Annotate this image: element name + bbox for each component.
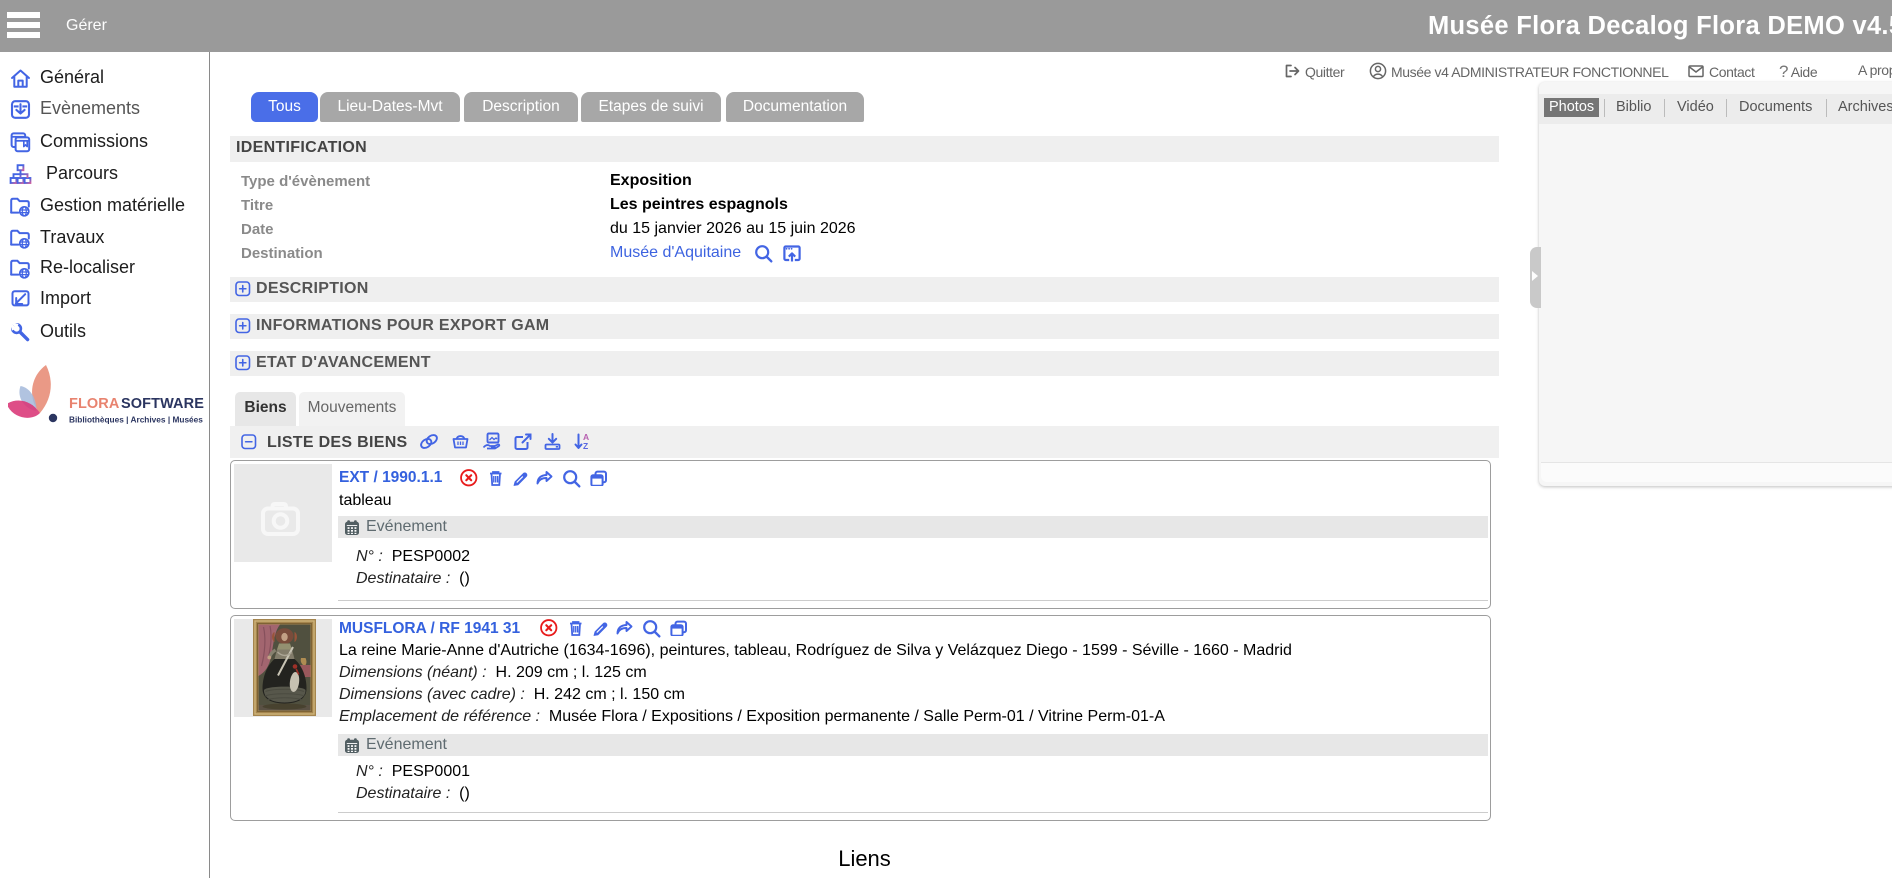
svg-text:FLORA: FLORA [69, 396, 120, 412]
svg-text:SOFTWARE: SOFTWARE [121, 396, 204, 412]
svg-text:Bibliothèques | Archives | Mus: Bibliothèques | Archives | Musées [69, 415, 203, 425]
